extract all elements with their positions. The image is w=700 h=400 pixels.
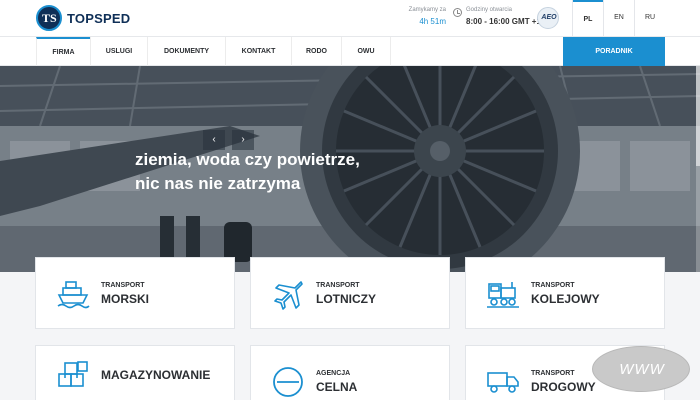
service-title: DROGOWY <box>531 380 596 394</box>
lang-ru[interactable]: RU <box>635 0 665 36</box>
nav-item-firma[interactable]: FIRMA <box>36 37 90 66</box>
lang-en[interactable]: EN <box>604 0 634 36</box>
nav-item-rodo[interactable]: RODO <box>291 37 341 66</box>
service-title: KOLEJOWY <box>531 292 600 306</box>
service-title: MORSKI <box>101 292 149 306</box>
www-watermark-text: WWW <box>619 361 665 378</box>
www-watermark: WWW <box>592 346 690 392</box>
brand-name: TOPSPED <box>67 10 131 26</box>
service-title: CELNA <box>316 380 358 394</box>
top-bar: TS TOPSPED Zamykamy za 4h 51m Godziny ot… <box>0 0 700 36</box>
brand-logo[interactable]: TS TOPSPED <box>36 5 130 31</box>
closing-label: Zamykamy za <box>408 7 446 13</box>
service-card-rail[interactable]: TRANSPORT KOLEJOWY <box>465 257 665 329</box>
ship-icon <box>57 281 90 309</box>
service-kicker: TRANSPORT <box>531 282 575 289</box>
nav-item-kontakt[interactable]: KONTAKT <box>225 37 291 66</box>
nav-item-dokumenty[interactable]: DOKUMENTY <box>147 37 225 66</box>
service-title: MAGAZYNOWANIE <box>101 368 211 382</box>
opening-hours: Godziny otwarcia 8:00 - 16:00 GMT +1 <box>466 7 541 26</box>
svg-text:TS: TS <box>42 11 57 25</box>
lang-pl[interactable]: PL <box>573 0 603 36</box>
airplane-icon <box>274 281 303 310</box>
customs-icon <box>273 367 303 397</box>
service-kicker: AGENCJA <box>316 370 351 377</box>
truck-icon <box>487 372 519 393</box>
guide-button[interactable]: PORADNIK <box>563 37 665 67</box>
service-kicker: TRANSPORT <box>531 370 575 377</box>
logo-icon: TS <box>36 5 62 31</box>
nav-item-owu[interactable]: OWU <box>341 37 391 66</box>
clock-icon <box>453 8 462 17</box>
nav-item-uslugi[interactable]: USLUGI <box>90 37 147 66</box>
service-card-sea[interactable]: TRANSPORT MORSKI <box>35 257 235 329</box>
service-card-warehousing[interactable]: MAGAZYNOWANIE <box>35 345 235 400</box>
boxes-icon <box>58 361 88 387</box>
service-card-air[interactable]: TRANSPORT LOTNICZY <box>250 257 450 329</box>
service-card-customs[interactable]: AGENCJA CELNA <box>250 345 450 400</box>
aeo-certificate-badge: AEO <box>537 7 559 29</box>
aeo-badge-label: AEO <box>541 14 557 21</box>
service-kicker: TRANSPORT <box>316 282 360 289</box>
closing-value: 4h 51m <box>419 17 446 26</box>
opening-hours-label: Godziny otwarcia <box>466 7 513 13</box>
hero-slider: ‹ › ziemia, woda czy powietrze, nic nas … <box>0 66 700 272</box>
hero-headline-line1: ziemia, woda czy powietrze, <box>135 150 360 169</box>
opening-hours-value: 8:00 - 16:00 GMT +1 <box>466 17 541 26</box>
slider-prev-button[interactable]: ‹ <box>203 130 225 150</box>
service-title: LOTNICZY <box>316 292 376 306</box>
train-icon <box>487 282 519 308</box>
scrollbar-thumb[interactable] <box>696 66 700 166</box>
main-nav: FIRMA USLUGI DOKUMENTY KONTAKT RODO OWU … <box>0 36 700 67</box>
service-kicker: TRANSPORT <box>101 282 145 289</box>
closing-countdown: Zamykamy za 4h 51m <box>400 7 446 26</box>
hero-headline-line2: nic nas nie zatrzyma <box>135 174 301 193</box>
slider-next-button[interactable]: › <box>232 130 254 150</box>
page-scrollbar[interactable] <box>696 66 700 272</box>
